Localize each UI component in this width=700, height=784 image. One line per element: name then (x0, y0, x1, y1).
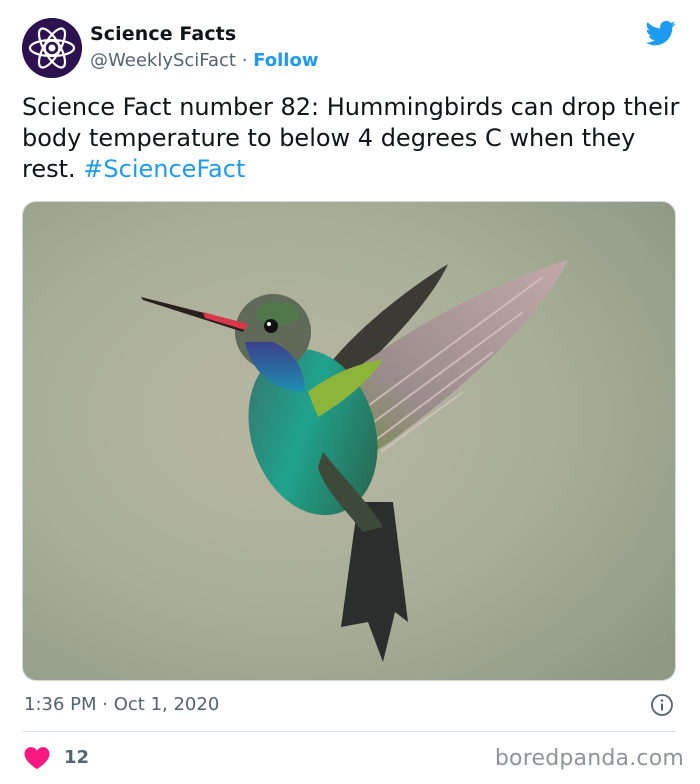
tweet-timestamp[interactable]: 1:36 PM · Oct 1, 2020 (24, 694, 219, 715)
source-watermark: boredpanda.com (494, 746, 684, 771)
display-name[interactable]: Science Facts (90, 23, 236, 45)
account-handle[interactable]: @WeeklySciFact (90, 50, 236, 71)
tweet-text: Science Fact number 82: Hummingbirds can… (22, 92, 682, 185)
hashtag-link[interactable]: #ScienceFact (83, 155, 245, 183)
info-icon[interactable] (650, 693, 674, 717)
twitter-bird-icon[interactable] (644, 18, 678, 48)
tweet-header: Science Facts @WeeklySciFact · Follow (22, 18, 682, 80)
handle-separator: · (241, 50, 248, 71)
tweet-card: Science Facts @WeeklySciFact · Follow Sc… (0, 0, 700, 784)
tweet-time: 1:36 PM (24, 694, 97, 715)
heart-icon (24, 747, 50, 770)
avatar[interactable] (22, 18, 82, 78)
date-separator: · (102, 694, 108, 715)
tweet-date: Oct 1, 2020 (113, 694, 220, 715)
divider (22, 731, 676, 732)
atom-icon (22, 18, 82, 78)
follow-button[interactable]: Follow (253, 50, 318, 71)
tweet-media[interactable] (22, 201, 676, 681)
handle-row: @WeeklySciFact · Follow (90, 50, 318, 71)
hummingbird-photo (23, 202, 675, 680)
like-count: 12 (64, 747, 90, 768)
